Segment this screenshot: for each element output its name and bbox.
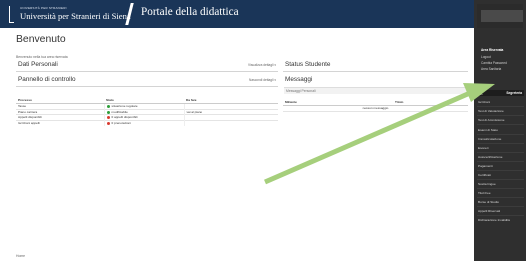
arrow-shaft xyxy=(264,90,471,185)
arrow-head xyxy=(463,83,495,102)
annotation-arrow-icon xyxy=(264,83,495,185)
